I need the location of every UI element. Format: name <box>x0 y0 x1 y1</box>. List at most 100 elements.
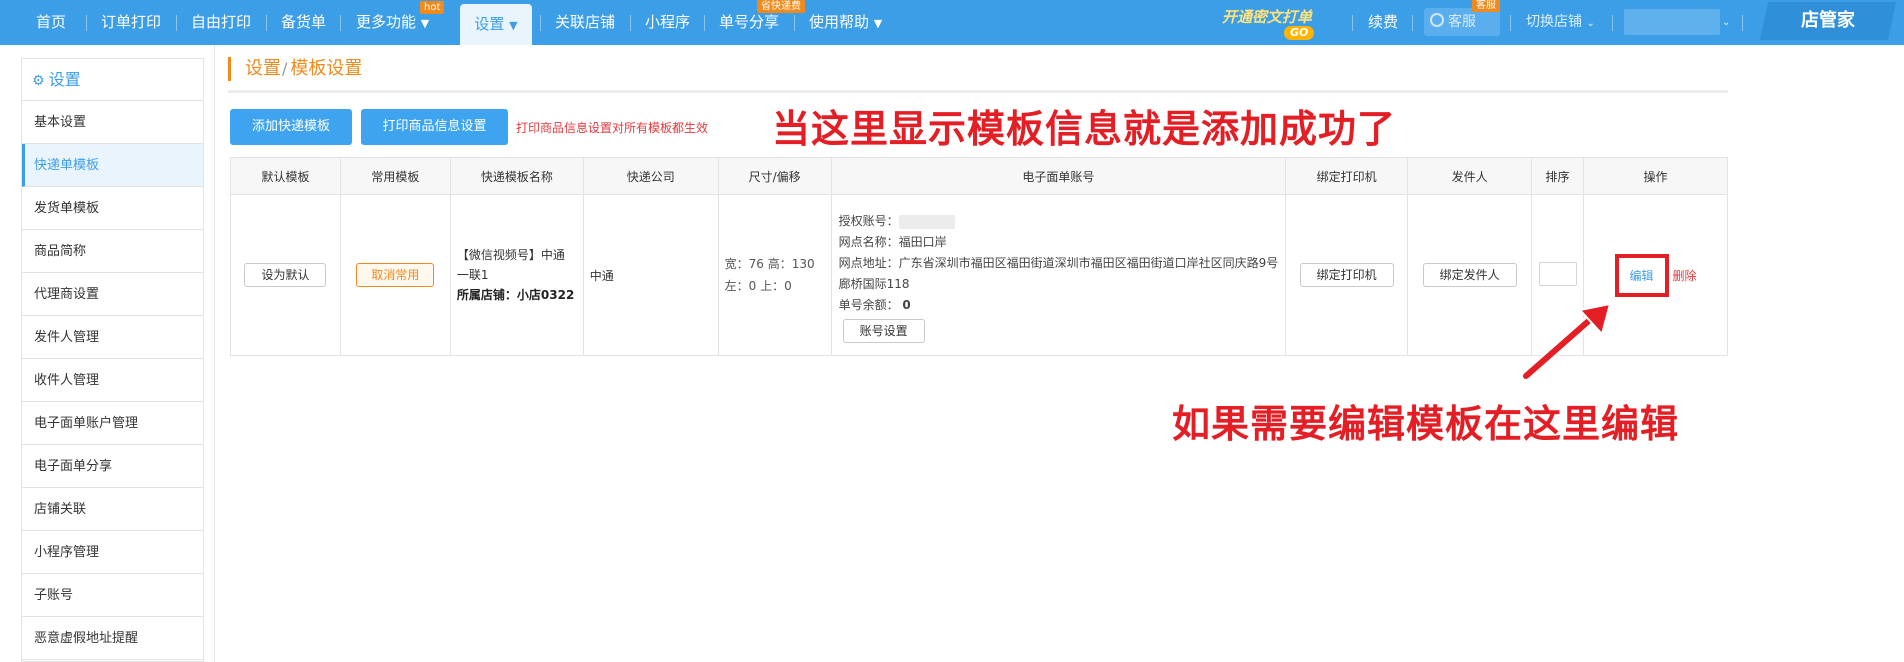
header-size-offset: 尺寸/偏移 <box>717 157 832 195</box>
nav-help-label: 使用帮助 <box>809 13 870 31</box>
cell-template-name: 【微信视频号】中通一联1 所属店铺：小店0322 <box>449 194 584 356</box>
template-table: 默认模板 常用模板 快递模板名称 快递公司 尺寸/偏移 电子面单账号 绑定打印机… <box>230 157 1728 356</box>
sidebar-item-mini-program[interactable]: 小程序管理 <box>22 531 203 574</box>
nav-divider <box>794 15 795 31</box>
sidebar-item-fake-address-alert[interactable]: 恶意虚假地址提醒 <box>22 617 203 660</box>
encrypted-print-promo[interactable]: 开通密文打单 GO <box>1222 2 1334 42</box>
sidebar-item-eway-account[interactable]: 电子面单账户管理 <box>22 402 203 445</box>
nav-divider <box>176 15 177 31</box>
header-sort: 排序 <box>1531 157 1585 195</box>
sidebar-item-sender-management[interactable]: 发件人管理 <box>22 316 203 359</box>
annotation-success: 当这里显示模板信息就是添加成功了 <box>769 105 1397 154</box>
breadcrumb: 设置/模板设置 <box>228 57 362 81</box>
header-eway-account: 电子面单账号 <box>830 157 1287 195</box>
nav-divider <box>540 15 541 31</box>
balance-label: 单号余额： <box>838 298 899 312</box>
cell-size: 宽：76 高：130 左：0 上：0 <box>717 194 832 356</box>
auth-account-label: 授权账号： <box>838 214 899 228</box>
sidebar-title: 设置 <box>48 70 81 89</box>
nav-settings[interactable]: 设置 ▼ <box>460 4 532 45</box>
gear-icon: ⚙ <box>32 73 45 89</box>
nav-stock-list[interactable]: 备货单 <box>281 0 326 45</box>
sidebar-item-eway-share[interactable]: 电子面单分享 <box>22 445 203 488</box>
promo-text: 开通密文打单 <box>1222 8 1313 26</box>
header-default-template: 默认模板 <box>230 157 341 195</box>
nav-mini-program[interactable]: 小程序 <box>645 0 690 45</box>
nav-divider <box>1510 15 1511 31</box>
nav-order-print[interactable]: 订单打印 <box>101 0 161 45</box>
nav-divider <box>1412 15 1413 31</box>
header-common-template: 常用模板 <box>339 157 451 195</box>
sidebar-item-recipient-management[interactable]: 收件人管理 <box>22 359 203 402</box>
nav-divider <box>266 15 267 31</box>
add-express-template-button[interactable]: 添加快递模板 <box>230 109 352 145</box>
outlet-address-line: 网点地址：广东省深圳市福田区福田街道深圳市福田区福田街道口岸社区同庆路9号廊桥国… <box>839 253 1280 295</box>
sidebar-item-express-template[interactable]: 快递单模板 <box>22 144 203 187</box>
store-info: 所属店铺：小店0322 <box>457 285 577 305</box>
cell-default: 设为默认 <box>230 194 341 356</box>
nav-more-features[interactable]: 更多功能 ▼ <box>356 0 429 45</box>
settings-hint: 打印商品信息设置对所有模板都生效 <box>516 121 709 135</box>
user-account-field[interactable] <box>1624 9 1720 35</box>
breadcrumb-root[interactable]: 设置 <box>245 58 281 79</box>
annotation-edit-hint: 如果需要编辑模板在这里编辑 <box>1169 400 1680 449</box>
chevron-down-icon: ▼ <box>873 17 883 30</box>
sidebar-item-shipping-template[interactable]: 发货单模板 <box>22 187 203 230</box>
cancel-common-button[interactable]: 取消常用 <box>356 263 435 287</box>
headset-icon <box>1430 13 1444 27</box>
hot-badge: hot <box>420 1 445 14</box>
cell-printer: 绑定打印机 <box>1285 194 1409 356</box>
chevron-down-icon[interactable]: ⌄ <box>1722 0 1730 45</box>
chevron-down-icon: ⌄ <box>1586 18 1595 29</box>
nav-home[interactable]: 首页 <box>36 0 66 45</box>
chevron-down-icon: ▼ <box>509 19 518 32</box>
sidebar-item-product-short-name[interactable]: 商品简称 <box>22 230 203 273</box>
header-sender: 发件人 <box>1407 157 1533 195</box>
outlet-name-label: 网点名称： <box>838 235 899 249</box>
edit-link[interactable]: 编辑 <box>1630 269 1654 283</box>
nav-divider <box>704 15 705 31</box>
edit-highlight-box: 编辑 <box>1614 253 1669 297</box>
sidebar-item-store-link[interactable]: 店铺关联 <box>22 488 203 531</box>
settings-sidebar: ⚙ 设置 基本设置 快递单模板 发货单模板 商品简称 代理商设置 发件人管理 收件… <box>21 58 204 662</box>
template-name: 【微信视频号】中通一联1 <box>456 248 565 282</box>
breadcrumb-separator: / <box>282 59 288 78</box>
delete-link[interactable]: 删除 <box>1673 269 1697 283</box>
customer-service-label: 客服 <box>1448 14 1476 30</box>
outlet-address: 广东省深圳市福田区福田街道深圳市福田区福田街道口岸社区同庆路9号廊桥国际118 <box>838 256 1279 291</box>
sidebar-item-basic-settings[interactable]: 基本设置 <box>22 101 203 144</box>
header-actions: 操作 <box>1583 157 1728 195</box>
auth-account-line: 授权账号： <box>839 211 1280 232</box>
set-default-button[interactable]: 设为默认 <box>244 263 327 287</box>
sort-input[interactable] <box>1538 261 1577 286</box>
table-header-row: 默认模板 常用模板 快递模板名称 快递公司 尺寸/偏移 电子面单账号 绑定打印机… <box>230 157 1728 195</box>
outlet-address-label: 网点地址： <box>838 256 899 270</box>
switch-store-dropdown[interactable]: 切换店铺 ⌄ <box>1526 0 1595 45</box>
nav-divider <box>1742 15 1743 31</box>
sidebar-item-sub-account[interactable]: 子账号 <box>22 574 203 617</box>
nav-free-print[interactable]: 自由打印 <box>191 0 251 45</box>
account-settings-button[interactable]: 账号设置 <box>842 319 925 343</box>
nav-renew[interactable]: 续费 <box>1368 0 1398 45</box>
store-label: 所属店铺： <box>456 288 517 302</box>
bind-sender-button[interactable]: 绑定发件人 <box>1422 263 1517 287</box>
print-goods-settings-button[interactable]: 打印商品信息设置 <box>361 109 508 145</box>
nav-help[interactable]: 使用帮助 ▼ <box>809 0 882 45</box>
store-name: 小店0322 <box>516 288 575 302</box>
nav-divider <box>340 15 341 31</box>
customer-service-button[interactable]: 客服 <box>1424 8 1500 36</box>
header-express-company: 快递公司 <box>582 157 719 195</box>
brand-logo: 店管家 <box>1759 2 1897 40</box>
nav-divider <box>86 15 87 31</box>
breadcrumb-current: 模板设置 <box>290 58 363 79</box>
bind-printer-button[interactable]: 绑定打印机 <box>1299 263 1394 287</box>
breadcrumb-underline <box>228 90 1728 93</box>
sidebar-header: ⚙ 设置 <box>22 59 203 101</box>
auth-account-redacted <box>898 214 955 229</box>
chevron-down-icon: ▼ <box>420 17 430 30</box>
nav-linked-stores[interactable]: 关联店铺 <box>555 0 615 45</box>
cell-common: 取消常用 <box>339 194 451 356</box>
table-row: 设为默认 取消常用 【微信视频号】中通一联1 所属店铺：小店0322 中通 宽：… <box>230 194 1728 356</box>
service-badge: 客服 <box>1472 0 1500 12</box>
sidebar-item-agent-settings[interactable]: 代理商设置 <box>22 273 203 316</box>
